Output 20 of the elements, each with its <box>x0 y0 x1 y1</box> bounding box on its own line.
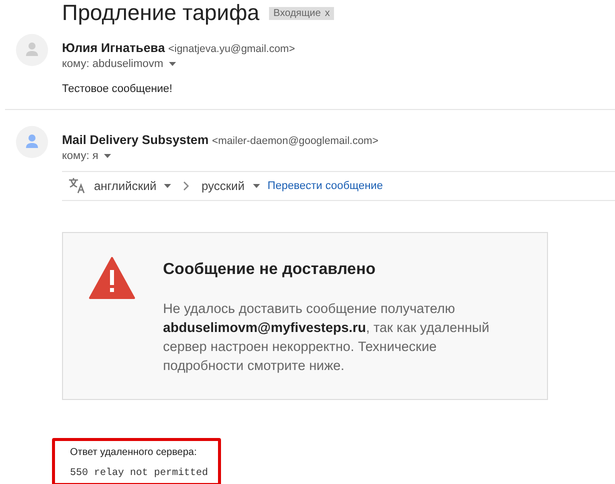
recipient-label: кому: abduselimovm <box>62 58 164 70</box>
sender-line: Юлия Игнатьева <ignatjeva.yu@gmail.com> <box>62 41 296 55</box>
source-language[interactable]: английский <box>94 179 156 193</box>
sender-line: Mail Delivery Subsystem <mailer-daemon@googlemail.com> <box>62 133 380 147</box>
dropdown-caret-icon[interactable] <box>164 184 172 188</box>
dropdown-caret-icon[interactable] <box>104 154 112 158</box>
bounce-heading: Сообщение не доставлено <box>163 261 376 279</box>
server-response-title: Ответ удаленного сервера: <box>70 447 198 458</box>
message-body: Тестовое сообщение! <box>62 83 174 95</box>
translate-link[interactable]: Перевести сообщение <box>268 180 383 192</box>
translate-icon <box>68 178 86 194</box>
inbox-label: Входящие x <box>269 6 334 20</box>
bounce-message: Не удалось доставить сообщение получателю abduselimovm@myfivesteps.ru, так как удаленный сервер настроен некорректно. Технические подробности смотрите ниже. <box>163 300 490 375</box>
dropdown-caret-icon[interactable] <box>169 62 176 66</box>
target-language[interactable]: русский <box>201 179 245 193</box>
warning-icon <box>89 257 135 299</box>
recipient-label: кому: я <box>62 150 98 162</box>
server-response-code: 550 relay not permitted <box>70 468 210 479</box>
dropdown-caret-icon[interactable] <box>252 184 260 188</box>
subject-title: Продление тарифа <box>62 0 260 26</box>
